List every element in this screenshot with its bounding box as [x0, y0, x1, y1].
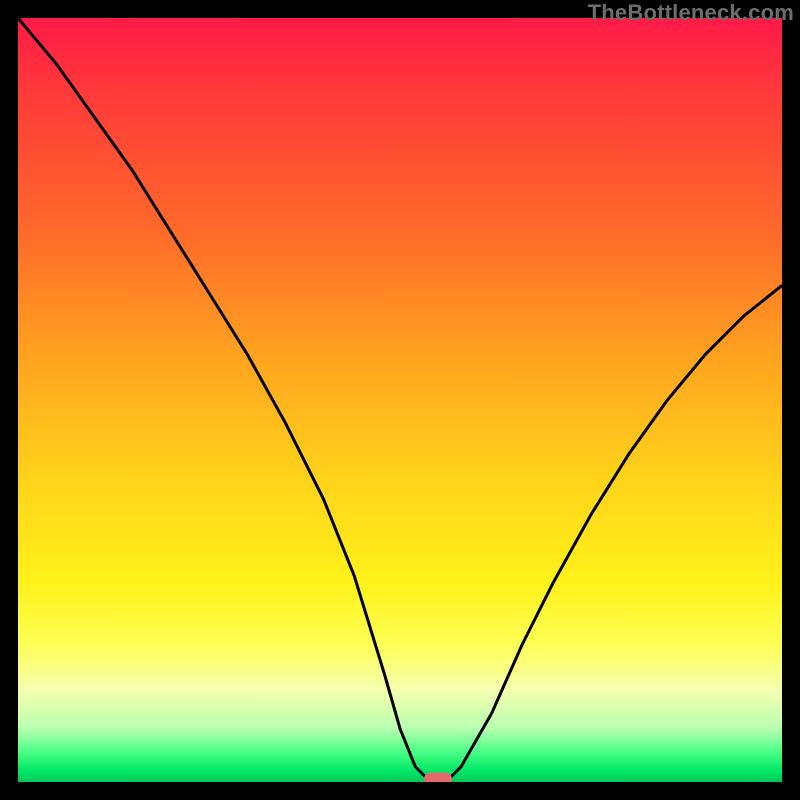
optimum-marker — [424, 773, 452, 783]
watermark-text: TheBottleneck.com — [588, 0, 794, 26]
curve-path — [18, 18, 782, 782]
bottleneck-curve — [18, 18, 782, 782]
chart-frame: TheBottleneck.com — [0, 0, 800, 800]
plot-area — [18, 18, 782, 782]
